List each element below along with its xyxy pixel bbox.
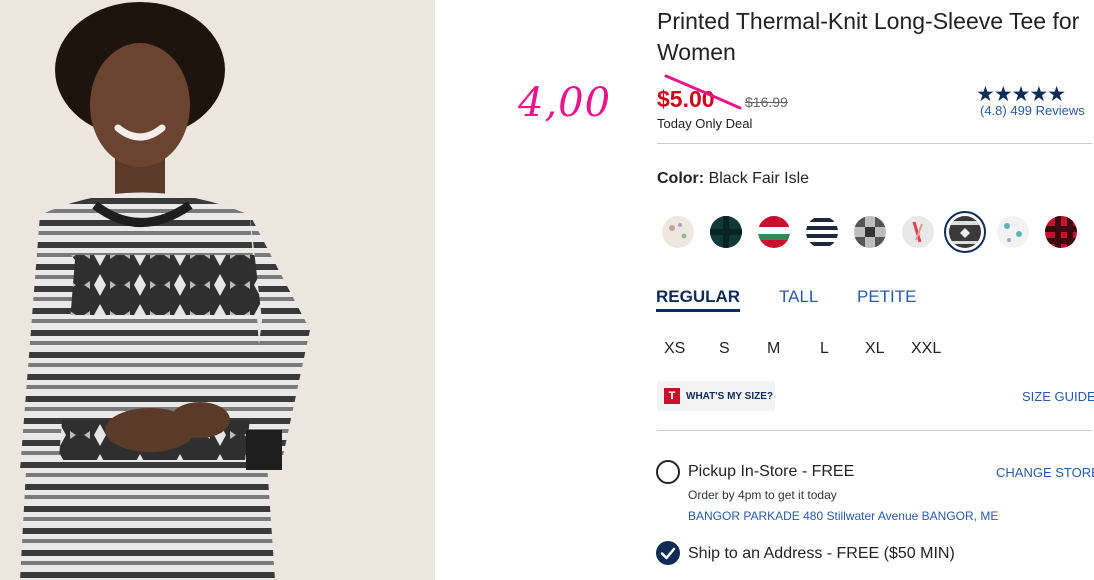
whats-my-size-label: WHAT'S MY SIZE? <box>686 391 774 402</box>
true-fit-icon: T <box>664 388 680 404</box>
pickup-label[interactable]: Pickup In-Store - FREE <box>688 463 854 481</box>
checkmark-icon <box>660 547 676 560</box>
ship-radio-checked[interactable] <box>656 541 680 565</box>
change-store-link[interactable]: CHANGE STORE <box>996 465 1094 480</box>
swatch-red-white-green-stripe[interactable] <box>758 216 790 248</box>
color-selection-label: Color: Black Fair Isle <box>657 170 809 188</box>
swatch-dark-green-plaid[interactable] <box>710 216 742 248</box>
handwritten-price-annotation: 4,00 <box>518 80 612 126</box>
pickup-radio[interactable] <box>656 460 680 484</box>
swatch-cream-print[interactable] <box>662 216 694 248</box>
swatch-red-buffalo-plaid[interactable] <box>1045 216 1077 248</box>
swatch-gray-buffalo-check[interactable] <box>854 216 886 248</box>
ship-to-address-label[interactable]: Ship to an Address - FREE ($50 MIN) <box>688 545 955 563</box>
color-label: Color: <box>657 170 705 187</box>
swatch-black-fair-isle[interactable] <box>949 216 981 248</box>
size-option-xl[interactable]: XL <box>865 340 885 358</box>
original-price: $16.99 <box>745 94 788 110</box>
size-guide-link[interactable]: SIZE GUIDE <box>1022 389 1094 404</box>
size-option-m[interactable]: M <box>767 340 780 358</box>
product-image[interactable] <box>0 0 435 580</box>
store-address-link[interactable]: BANGOR PARKADE 480 Stillwater Avenue BAN… <box>688 509 998 523</box>
divider <box>657 143 1092 144</box>
reviews-link[interactable]: (4.8) 499 Reviews <box>980 103 1085 118</box>
price-strike-scribble <box>664 74 742 110</box>
swatch-navy-white-stripe[interactable] <box>806 216 838 248</box>
divider <box>657 430 1092 431</box>
size-option-xxl[interactable]: XXL <box>911 340 941 358</box>
deal-label: Today Only Deal <box>657 116 753 131</box>
tab-petite[interactable]: PETITE <box>857 287 917 307</box>
size-option-s[interactable]: S <box>719 340 730 358</box>
whats-my-size-button[interactable]: T WHAT'S MY SIZE? <box>657 381 775 411</box>
size-option-l[interactable]: L <box>820 340 829 358</box>
model-illustration <box>0 0 435 580</box>
size-option-xs[interactable]: XS <box>664 340 685 358</box>
swatch-candy-cane-print[interactable] <box>902 216 934 248</box>
pickup-cutoff-text: Order by 4pm to get it today <box>688 488 837 502</box>
swatch-teal-novelty-print[interactable] <box>997 216 1029 248</box>
product-title: Printed Thermal-Knit Long-Sleeve Tee for… <box>657 8 1080 65</box>
selected-color-name: Black Fair Isle <box>708 170 810 187</box>
tab-tall[interactable]: TALL <box>779 287 818 307</box>
tab-regular[interactable]: REGULAR <box>656 287 741 312</box>
